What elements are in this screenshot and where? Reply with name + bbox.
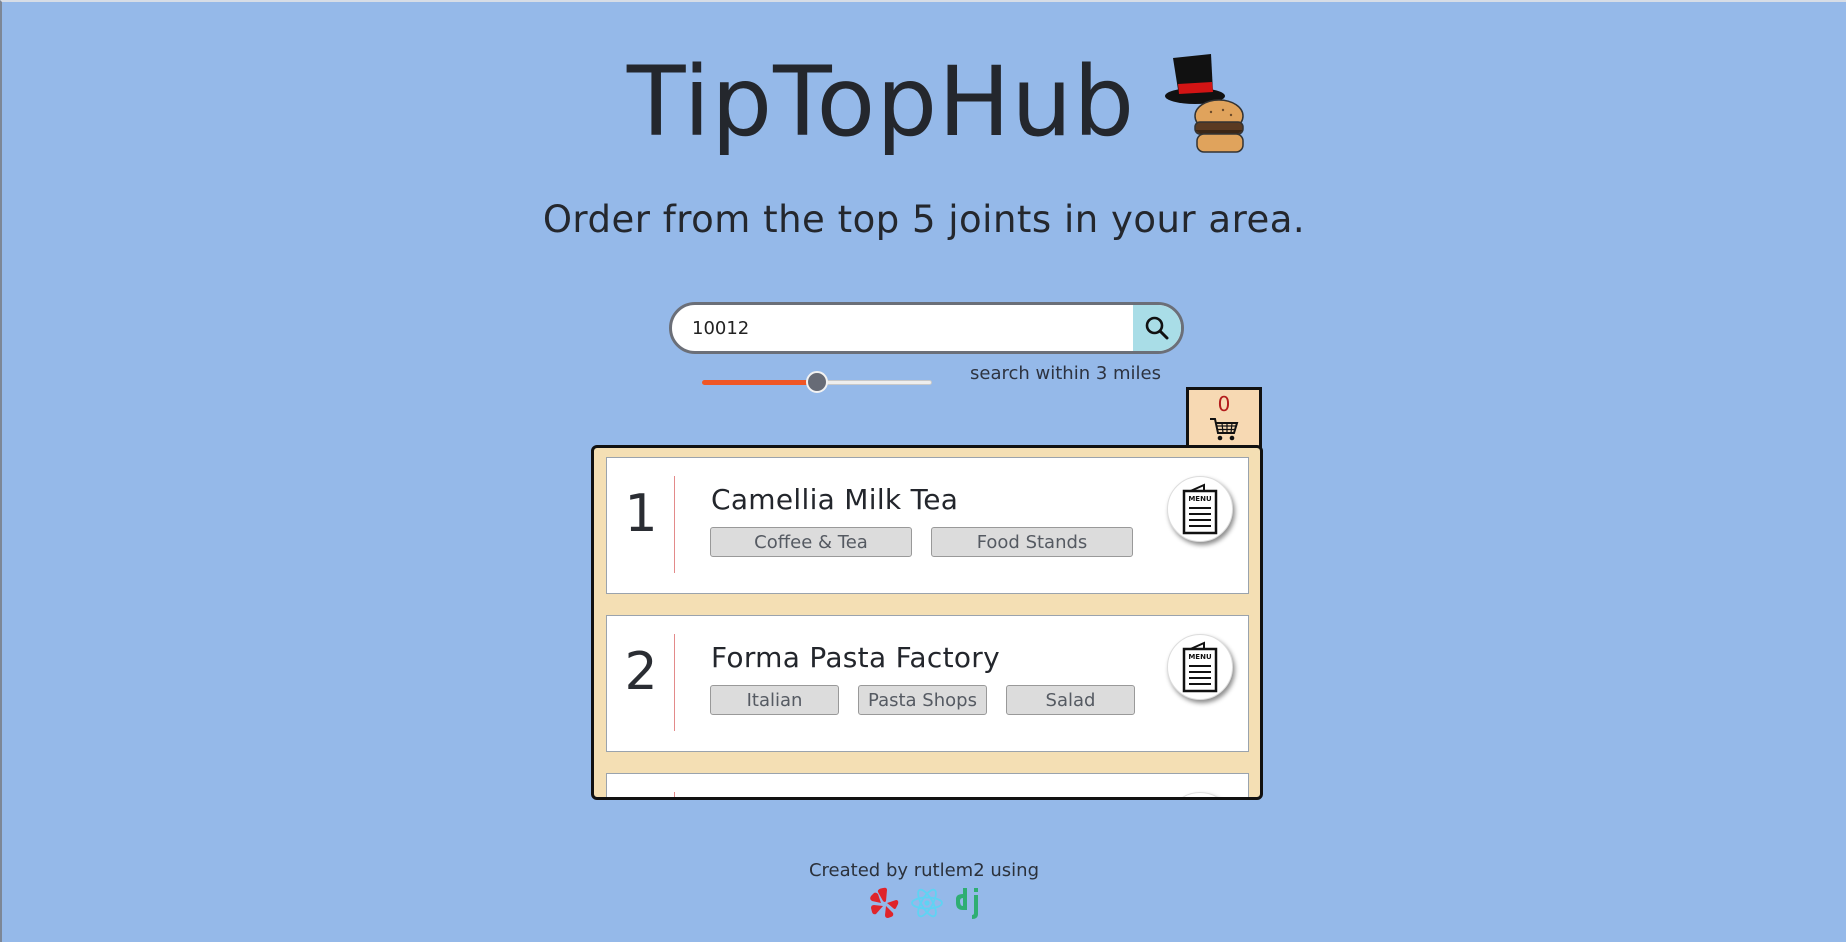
restaurant-card[interactable] bbox=[606, 773, 1249, 797]
tech-icons bbox=[868, 886, 984, 920]
card-divider bbox=[674, 634, 675, 731]
restaurant-rank: 2 bbox=[624, 642, 658, 702]
menu-icon: MENU bbox=[1182, 641, 1218, 693]
search-button[interactable] bbox=[1133, 305, 1181, 351]
category-tag[interactable]: Coffee & Tea bbox=[710, 527, 912, 557]
restaurant-name: Forma Pasta Factory bbox=[711, 641, 1000, 674]
slider-fill bbox=[702, 380, 817, 385]
cart-icon bbox=[1210, 418, 1239, 441]
card-divider bbox=[674, 476, 675, 573]
menu-button[interactable] bbox=[1167, 792, 1233, 797]
category-tags: Italian Pasta Shops Salad bbox=[710, 685, 1135, 715]
menu-button[interactable]: MENU bbox=[1167, 634, 1233, 700]
app-title: TipTopHub bbox=[626, 46, 1136, 158]
restaurant-name: Camellia Milk Tea bbox=[711, 483, 959, 516]
header: TipTopHub bbox=[2, 48, 1846, 156]
title-row: TipTopHub bbox=[38, 48, 1846, 156]
cart-count: 0 bbox=[1217, 392, 1231, 416]
django-icon[interactable] bbox=[954, 886, 984, 920]
search-icon bbox=[1145, 316, 1169, 340]
radius-label: search within 3 miles bbox=[970, 363, 1161, 384]
zip-search-input[interactable] bbox=[672, 305, 1112, 351]
yelp-icon[interactable] bbox=[868, 886, 900, 920]
category-tag[interactable]: Italian bbox=[710, 685, 839, 715]
card-divider bbox=[674, 792, 675, 797]
category-tag[interactable]: Pasta Shops bbox=[858, 685, 987, 715]
react-icon[interactable] bbox=[910, 887, 944, 919]
menu-icon: MENU bbox=[1182, 483, 1218, 535]
restaurant-list[interactable]: 1 Camellia Milk Tea Coffee & Tea Food St… bbox=[591, 445, 1263, 800]
footer-credit: Created by rutlem2 using bbox=[808, 860, 1040, 881]
restaurant-card[interactable]: 1 Camellia Milk Tea Coffee & Tea Food St… bbox=[606, 457, 1249, 594]
subtitle: Order from the top 5 joints in your area… bbox=[542, 198, 1306, 241]
restaurant-rank: 1 bbox=[624, 484, 658, 544]
menu-button[interactable]: MENU bbox=[1167, 476, 1233, 542]
category-tag[interactable]: Salad bbox=[1006, 685, 1135, 715]
slider-thumb[interactable] bbox=[806, 371, 828, 393]
restaurant-card[interactable]: 2 Forma Pasta Factory Italian Pasta Shop… bbox=[606, 615, 1249, 752]
menu-icon-label: MENU bbox=[1188, 653, 1212, 661]
category-tag[interactable]: Food Stands bbox=[931, 527, 1133, 557]
tophat-burger-logo-icon bbox=[1165, 54, 1244, 153]
search-bar bbox=[669, 302, 1184, 354]
cart-button[interactable]: 0 bbox=[1186, 387, 1262, 451]
menu-icon-label: MENU bbox=[1188, 495, 1212, 503]
category-tags: Coffee & Tea Food Stands bbox=[710, 527, 1133, 557]
radius-slider[interactable] bbox=[702, 371, 932, 393]
